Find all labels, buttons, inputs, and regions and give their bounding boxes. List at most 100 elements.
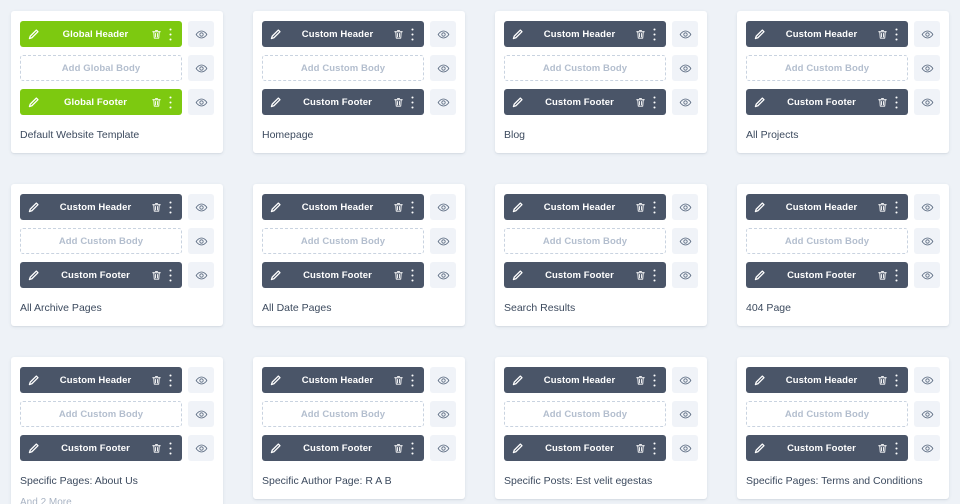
three-dots-vertical-icon[interactable] — [892, 95, 901, 110]
layout-footer-bar[interactable]: Global Footer — [20, 89, 182, 115]
template-card[interactable]: Custom Header Add Custom Body Custom Foote… — [737, 184, 949, 326]
three-dots-vertical-icon[interactable] — [650, 200, 659, 215]
template-card[interactable]: Custom Header Add Custom Body Custom Foote… — [495, 184, 707, 326]
pencil-icon[interactable] — [511, 96, 524, 109]
three-dots-vertical-icon[interactable] — [166, 27, 175, 42]
pencil-icon[interactable] — [511, 269, 524, 282]
pencil-icon[interactable] — [753, 28, 766, 41]
layout-body-placeholder[interactable]: Add Custom Body — [504, 401, 666, 427]
trash-icon[interactable] — [151, 29, 162, 40]
pencil-icon[interactable] — [27, 28, 40, 41]
layout-header-bar[interactable]: Custom Header — [504, 367, 666, 393]
trash-icon[interactable] — [877, 202, 888, 213]
visibility-toggle-button[interactable] — [672, 55, 698, 81]
trash-icon[interactable] — [151, 202, 162, 213]
layout-body-placeholder[interactable]: Add Custom Body — [504, 228, 666, 254]
layout-header-bar[interactable]: Global Header — [20, 21, 182, 47]
trash-icon[interactable] — [151, 270, 162, 281]
visibility-toggle-button[interactable] — [914, 89, 940, 115]
layout-header-bar[interactable]: Custom Header — [746, 367, 908, 393]
trash-icon[interactable] — [635, 202, 646, 213]
three-dots-vertical-icon[interactable] — [408, 95, 417, 110]
three-dots-vertical-icon[interactable] — [166, 441, 175, 456]
layout-body-placeholder[interactable]: Add Global Body — [20, 55, 182, 81]
template-card[interactable]: Custom Header Add Custom Body Custom Foote… — [253, 357, 465, 499]
trash-icon[interactable] — [877, 270, 888, 281]
trash-icon[interactable] — [635, 29, 646, 40]
three-dots-vertical-icon[interactable] — [408, 268, 417, 283]
trash-icon[interactable] — [393, 97, 404, 108]
three-dots-vertical-icon[interactable] — [166, 200, 175, 215]
visibility-toggle-button[interactable] — [430, 55, 456, 81]
template-card[interactable]: Custom Header Add Custom Body Custom Foote… — [495, 357, 707, 499]
layout-header-bar[interactable]: Custom Header — [262, 367, 424, 393]
template-card[interactable]: Custom Header Add Custom Body Custom Foote… — [495, 11, 707, 153]
pencil-icon[interactable] — [269, 96, 282, 109]
trash-icon[interactable] — [635, 270, 646, 281]
template-card[interactable]: Custom Header Add Custom Body Custom Foote… — [11, 357, 223, 504]
three-dots-vertical-icon[interactable] — [650, 27, 659, 42]
layout-footer-bar[interactable]: Custom Footer — [262, 89, 424, 115]
pencil-icon[interactable] — [27, 269, 40, 282]
three-dots-vertical-icon[interactable] — [892, 373, 901, 388]
three-dots-vertical-icon[interactable] — [166, 373, 175, 388]
template-card[interactable]: Custom Header Add Custom Body Custom Foote… — [737, 357, 949, 499]
layout-footer-bar[interactable]: Custom Footer — [746, 89, 908, 115]
pencil-icon[interactable] — [753, 374, 766, 387]
pencil-icon[interactable] — [27, 374, 40, 387]
pencil-icon[interactable] — [511, 201, 524, 214]
visibility-toggle-button[interactable] — [430, 367, 456, 393]
trash-icon[interactable] — [393, 202, 404, 213]
layout-body-placeholder[interactable]: Add Custom Body — [262, 228, 424, 254]
trash-icon[interactable] — [393, 375, 404, 386]
template-card[interactable]: Custom Header Add Custom Body Custom Foote… — [253, 11, 465, 153]
trash-icon[interactable] — [877, 29, 888, 40]
pencil-icon[interactable] — [753, 442, 766, 455]
three-dots-vertical-icon[interactable] — [892, 27, 901, 42]
trash-icon[interactable] — [393, 29, 404, 40]
visibility-toggle-button[interactable] — [672, 89, 698, 115]
pencil-icon[interactable] — [511, 28, 524, 41]
pencil-icon[interactable] — [753, 96, 766, 109]
visibility-toggle-button[interactable] — [188, 194, 214, 220]
layout-footer-bar[interactable]: Custom Footer — [746, 435, 908, 461]
layout-footer-bar[interactable]: Custom Footer — [504, 262, 666, 288]
trash-icon[interactable] — [151, 375, 162, 386]
visibility-toggle-button[interactable] — [672, 367, 698, 393]
visibility-toggle-button[interactable] — [914, 401, 940, 427]
visibility-toggle-button[interactable] — [188, 435, 214, 461]
layout-header-bar[interactable]: Custom Header — [262, 194, 424, 220]
layout-header-bar[interactable]: Custom Header — [20, 194, 182, 220]
pencil-icon[interactable] — [269, 269, 282, 282]
visibility-toggle-button[interactable] — [914, 262, 940, 288]
layout-body-placeholder[interactable]: Add Custom Body — [20, 228, 182, 254]
trash-icon[interactable] — [877, 443, 888, 454]
three-dots-vertical-icon[interactable] — [650, 441, 659, 456]
three-dots-vertical-icon[interactable] — [166, 268, 175, 283]
three-dots-vertical-icon[interactable] — [650, 373, 659, 388]
visibility-toggle-button[interactable] — [430, 262, 456, 288]
visibility-toggle-button[interactable] — [914, 367, 940, 393]
layout-header-bar[interactable]: Custom Header — [20, 367, 182, 393]
pencil-icon[interactable] — [753, 269, 766, 282]
three-dots-vertical-icon[interactable] — [650, 95, 659, 110]
layout-body-placeholder[interactable]: Add Custom Body — [746, 401, 908, 427]
visibility-toggle-button[interactable] — [430, 194, 456, 220]
trash-icon[interactable] — [877, 97, 888, 108]
visibility-toggle-button[interactable] — [672, 21, 698, 47]
layout-footer-bar[interactable]: Custom Footer — [20, 435, 182, 461]
pencil-icon[interactable] — [269, 28, 282, 41]
visibility-toggle-button[interactable] — [430, 228, 456, 254]
layout-footer-bar[interactable]: Custom Footer — [262, 262, 424, 288]
trash-icon[interactable] — [635, 97, 646, 108]
visibility-toggle-button[interactable] — [672, 262, 698, 288]
layout-body-placeholder[interactable]: Add Custom Body — [20, 401, 182, 427]
visibility-toggle-button[interactable] — [430, 89, 456, 115]
pencil-icon[interactable] — [753, 201, 766, 214]
visibility-toggle-button[interactable] — [672, 435, 698, 461]
pencil-icon[interactable] — [27, 96, 40, 109]
pencil-icon[interactable] — [269, 442, 282, 455]
template-card[interactable]: Custom Header Add Custom Body Custom Foote… — [253, 184, 465, 326]
three-dots-vertical-icon[interactable] — [892, 441, 901, 456]
trash-icon[interactable] — [151, 97, 162, 108]
